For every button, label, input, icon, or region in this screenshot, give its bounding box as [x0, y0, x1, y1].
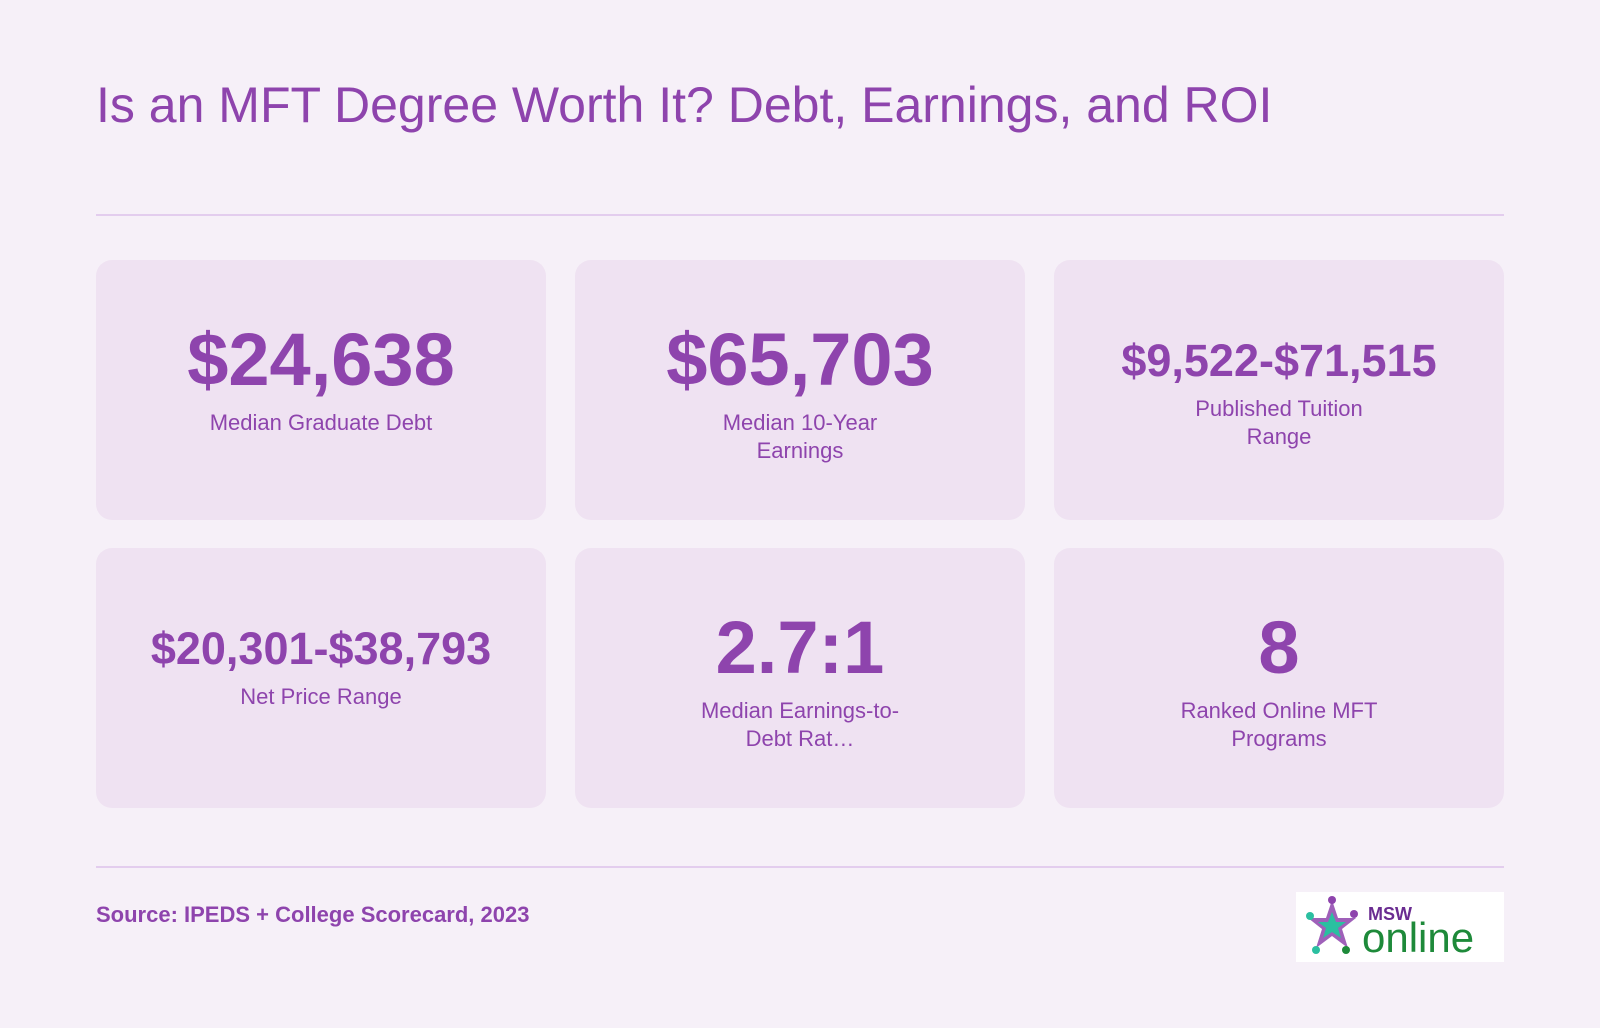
stat-value: $65,703 — [666, 318, 934, 401]
stats-grid: $24,638 Median Graduate Debt $65,703 Med… — [96, 260, 1504, 808]
stat-card-net-price: $20,301-$38,793 Net Price Range — [96, 548, 546, 808]
stat-label: Published Tuition Range — [1195, 395, 1363, 449]
stat-card-earnings: $65,703 Median 10-Year Earnings — [575, 260, 1025, 520]
stat-value: $20,301-$38,793 — [150, 622, 492, 674]
stat-card-tuition-range: $9,522-$71,515 Published Tuition Range — [1054, 260, 1504, 520]
stat-card-ranked-programs: 8 Ranked Online MFT Programs — [1054, 548, 1504, 808]
stat-value: $9,522-$71,515 — [1121, 334, 1437, 386]
stat-label: Ranked Online MFT Programs — [1180, 698, 1378, 751]
stat-label: Net Price Range — [240, 683, 402, 709]
stat-card-earnings-debt-ratio: 2.7:1 Median Earnings-to-Debt Rat… — [575, 548, 1025, 808]
stat-card-graduate-debt: $24,638 Median Graduate Debt — [96, 260, 546, 520]
stat-label: Median 10-Year Earnings — [722, 410, 878, 463]
logo-text-main: online — [1362, 914, 1474, 961]
bottom-divider — [96, 866, 1504, 868]
star-people-icon — [1306, 896, 1358, 954]
stat-value: 2.7:1 — [715, 606, 885, 689]
top-divider — [96, 214, 1504, 216]
msw-online-logo: MSW online — [1296, 892, 1504, 962]
stat-value: $24,638 — [187, 318, 455, 401]
stat-value: 8 — [1258, 606, 1300, 689]
logo-graphic: MSW online — [1306, 896, 1474, 961]
stat-label: Median Earnings-to-Debt Rat… — [700, 698, 900, 751]
stat-label: Median Graduate Debt — [209, 410, 433, 435]
source-note: Source: IPEDS + College Scorecard, 2023 — [96, 902, 530, 927]
page-title: Is an MFT Degree Worth It? Debt, Earning… — [96, 77, 1273, 133]
